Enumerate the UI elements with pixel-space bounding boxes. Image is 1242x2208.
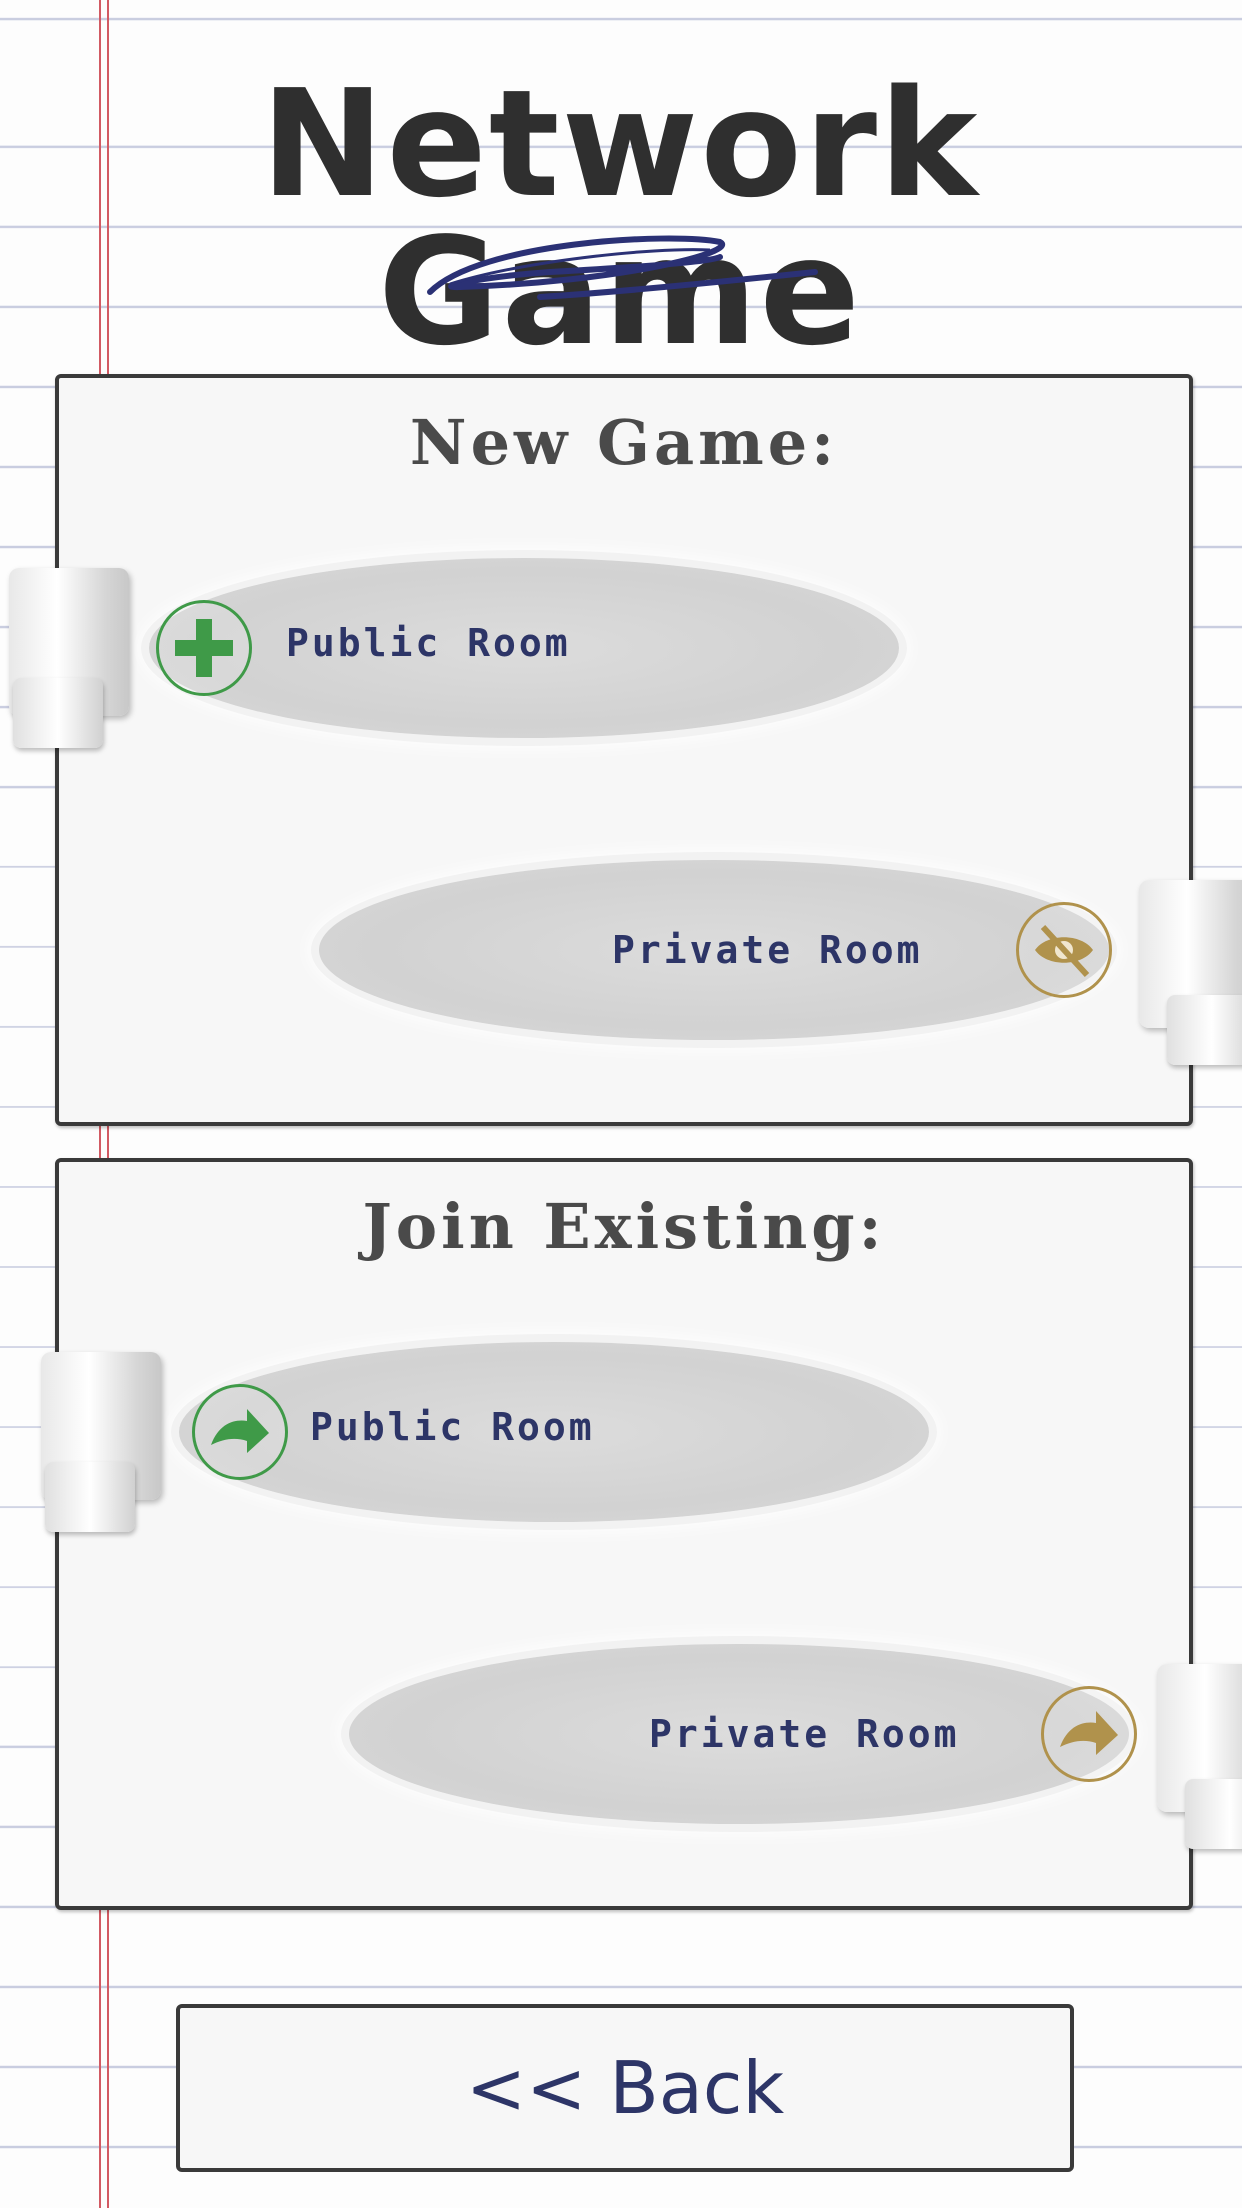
eye-off-icon [1016,902,1112,998]
paper-curl-tail [45,1462,135,1532]
join-existing-heading: Join Existing: [362,1190,886,1263]
paper-curl-tail [1185,1779,1242,1849]
join-existing-panel: Join Existing: Public Room Private Room [41,1158,1242,1910]
new-private-room-button[interactable]: Private Room [319,860,1242,1065]
new-game-panel: New Game: Public Room Private Room [9,374,1242,1126]
arrow-enter-icon [1041,1686,1137,1782]
join-private-room-button[interactable]: Private Room [349,1644,1242,1849]
paper-curl-tail [1167,995,1242,1065]
join-public-room-button[interactable]: Public Room [41,1342,959,1532]
back-button-label: << Back [465,2046,785,2130]
title-underline-scribble [427,235,818,300]
new-private-room-label: Private Room [612,928,923,972]
back-button[interactable]: << Back [176,2004,1074,2172]
paper-curl-tail [13,678,103,748]
join-private-room-label: Private Room [649,1712,960,1756]
plus-icon [156,600,252,696]
new-game-heading: New Game: [409,406,839,479]
arrow-enter-icon [192,1384,288,1480]
join-public-room-label: Public Room [310,1405,595,1449]
new-public-room-button[interactable]: Public Room [9,558,959,748]
new-public-room-label: Public Room [286,621,571,665]
